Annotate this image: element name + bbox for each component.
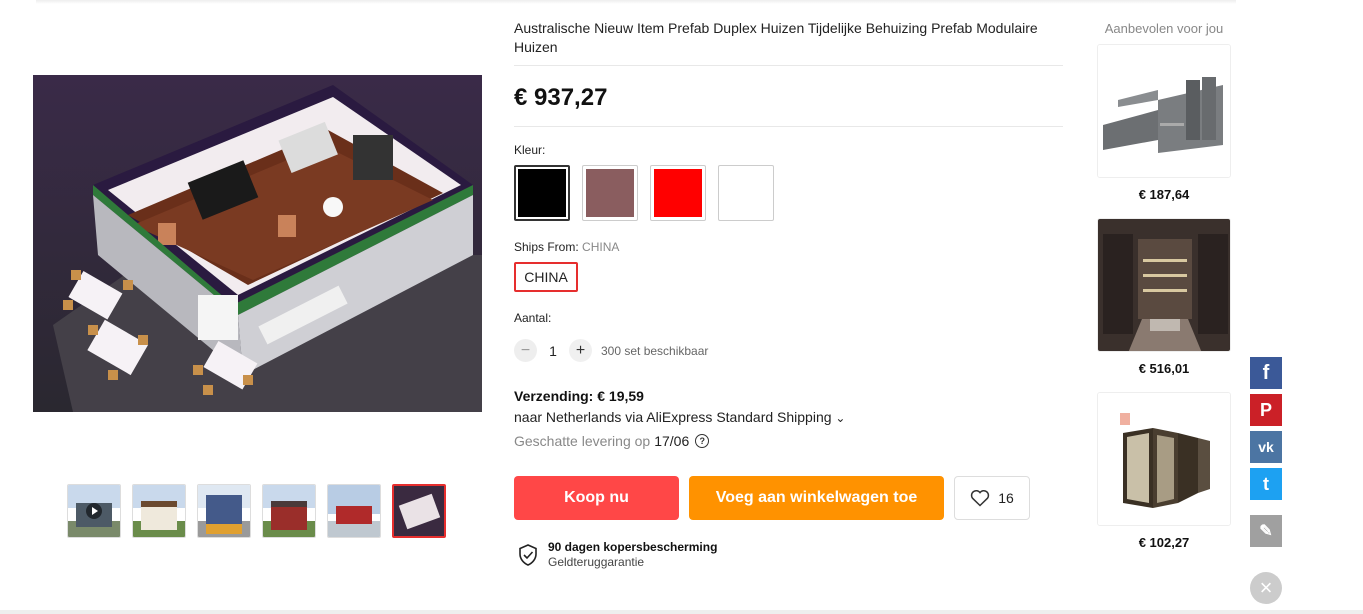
protection-subtitle: Geldteruggarantie [548,555,645,569]
color-swatches [514,165,774,221]
quantity-value[interactable]: 1 [537,343,569,359]
thumbnail-3[interactable] [197,484,251,538]
quantity-stepper: − 1 + 300 set beschikbaar [514,339,708,362]
quantity-decrease-button[interactable]: − [514,339,537,362]
shipping-cost: Verzending: € 19,59 [514,388,644,404]
ships-from-china-button[interactable]: CHINA [514,262,578,292]
thumbnail-strip [67,484,446,538]
heart-icon [971,490,990,507]
add-to-cart-button[interactable]: Voeg aan winkelwagen toe [689,476,944,520]
color-swatch-brown[interactable] [582,165,638,221]
thumbnail-video[interactable] [67,484,121,538]
divider [514,65,1063,66]
recommended-price-2: € 516,01 [1138,361,1190,376]
bottom-divider [0,610,1363,614]
color-swatch-red[interactable] [650,165,706,221]
recommended-price-1: € 187,64 [1138,187,1190,202]
main-product-image[interactable] [33,75,482,412]
twitter-share-icon[interactable]: t [1250,468,1282,500]
buy-now-button[interactable]: Koop nu [514,476,679,520]
color-swatch-black[interactable] [514,165,570,221]
product-price: € 937,27 [514,84,608,111]
wishlist-button[interactable]: 16 [954,476,1030,520]
vk-share-icon[interactable]: vk [1250,431,1282,463]
delivery-estimate-date: 17/06 [654,433,690,449]
recommended-item-kitchen[interactable] [1097,44,1231,178]
thumbnail-6-selected[interactable] [392,484,446,538]
recommended-item-wardrobe[interactable] [1097,218,1231,352]
recommended-title: Aanbevolen voor jou [1104,21,1224,36]
swatch-fill [586,169,634,217]
ships-from-label: Ships From: CHINA [514,240,619,254]
shipping-destination-link[interactable]: naar Netherlands via AliExpress Standard… [514,409,845,425]
thumbnail-2[interactable] [132,484,186,538]
swatch-fill [518,169,566,217]
close-icon[interactable]: × [1250,572,1282,604]
wardrobe-image [1098,219,1230,351]
swatch-fill [654,169,702,217]
wishlist-count: 16 [998,490,1014,506]
top-shadow [36,0,1236,4]
play-icon [86,503,102,519]
shipping-destination-text: naar Netherlands via AliExpress Standard… [514,409,836,425]
recommended-item-folding-door[interactable] [1097,392,1231,526]
help-icon[interactable]: ? [695,434,710,448]
ships-from-text: Ships From: [514,240,579,254]
quantity-available: 300 set beschikbaar [601,343,709,358]
buyer-protection: 90 dagen kopersbescherming Geldteruggara… [518,540,717,569]
color-swatch-white[interactable] [718,165,774,221]
swatch-fill [722,169,770,217]
thumbnail-5[interactable] [327,484,381,538]
kitchen-image [1098,45,1230,177]
thumbnail-4[interactable] [262,484,316,538]
color-label: Kleur: [514,143,546,157]
edit-icon[interactable]: ✎ [1250,515,1282,547]
facebook-share-icon[interactable]: f [1250,357,1282,389]
delivery-estimate: Geschatte levering op 17/06 ? [514,433,710,449]
pinterest-share-icon[interactable]: P [1250,394,1282,426]
ships-from-value: CHINA [582,240,620,254]
product-title: Australische Nieuw Item Prefab Duplex Hu… [514,20,1038,55]
shield-check-icon [519,543,537,566]
delivery-estimate-label: Geschatte levering op [514,433,651,449]
divider [514,126,1063,127]
folding-door-image [1098,393,1230,525]
quantity-increase-button[interactable]: + [569,339,592,362]
protection-title: 90 dagen kopersbescherming [548,540,718,554]
chevron-down-icon: ⌄ [835,411,846,425]
recommended-price-3: € 102,27 [1138,535,1190,550]
quantity-label: Aantal: [514,311,552,325]
